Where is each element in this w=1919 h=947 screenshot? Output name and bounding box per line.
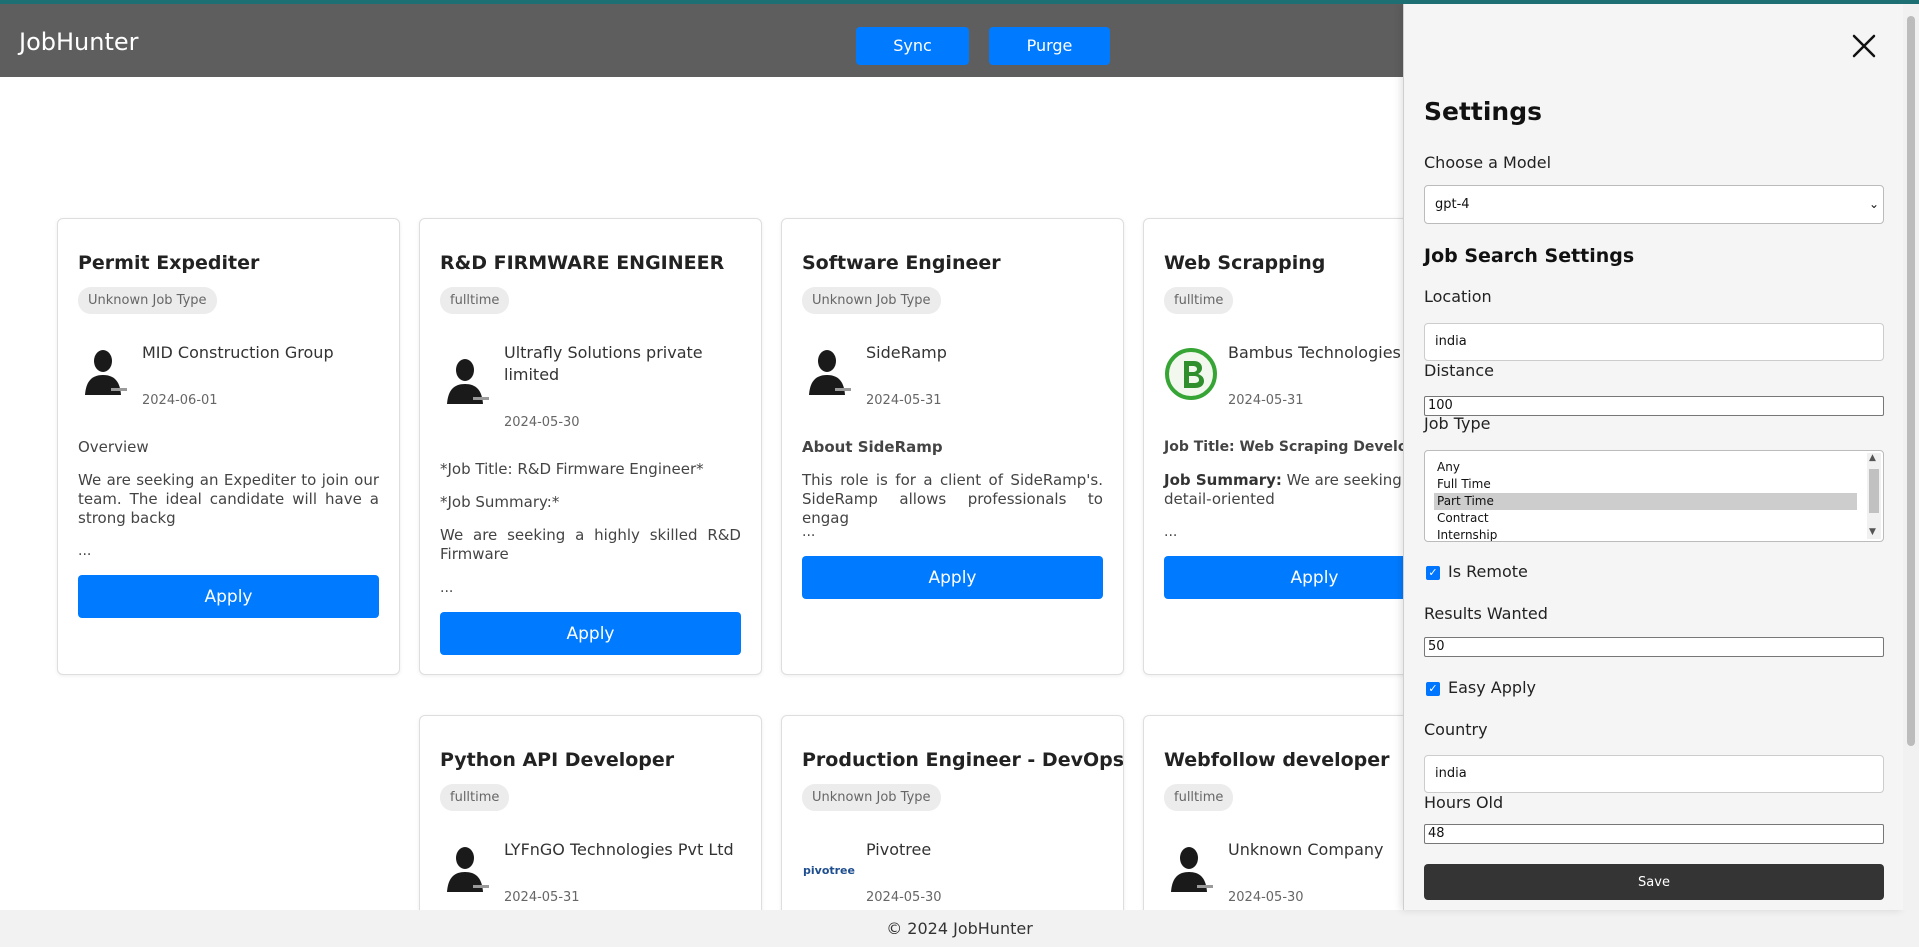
country-label: Country <box>1424 720 1488 739</box>
job-description-heading: Overview <box>78 438 149 456</box>
posted-date: 2024-06-01 <box>142 393 218 408</box>
job-type-label: Job Type <box>1424 414 1491 433</box>
posted-date: 2024-05-31 <box>1228 393 1304 408</box>
job-type-badge: Unknown Job Type <box>78 287 217 314</box>
description-ellipsis: ... <box>78 543 92 559</box>
job-title: R&D FIRMWARE ENGINEER <box>440 252 725 274</box>
job-card-rd-firmware-engineer: R&D FIRMWARE ENGINEER fulltime Ultrafly … <box>419 218 762 675</box>
easy-apply-label: Easy Apply <box>1448 678 1536 697</box>
sync-jobs-button[interactable]: Sync Jobs <box>856 27 969 93</box>
company-name: LYFnGO Technologies Pvt Ltd <box>504 840 734 859</box>
job-type-option-internship[interactable]: Internship <box>1434 527 1857 541</box>
settings-panel: Settings Choose a Model gpt-4 ⌄ Job Sear… <box>1403 4 1903 910</box>
country-input[interactable]: india <box>1424 755 1884 793</box>
job-type-option-any[interactable]: Any <box>1434 459 1857 476</box>
apply-button[interactable]: Apply <box>802 556 1103 599</box>
is-remote-label: Is Remote <box>1448 562 1528 581</box>
person-silhouette-icon <box>802 347 856 401</box>
brand-title: JobHunter <box>19 28 139 56</box>
job-search-settings-title: Job Search Settings <box>1424 245 1635 267</box>
location-input[interactable]: india <box>1424 323 1884 361</box>
job-description-line: *Job Summary:* <box>440 493 560 511</box>
job-type-option-full-time[interactable]: Full Time <box>1434 476 1857 493</box>
location-label: Location <box>1424 287 1492 306</box>
posted-date: 2024-05-30 <box>504 415 580 430</box>
page-scroll-thumb[interactable] <box>1907 16 1915 746</box>
results-wanted-label: Results Wanted <box>1424 604 1548 623</box>
job-card-production-engineer-devops: Production Engineer - DevOps Unknown Job… <box>781 715 1124 935</box>
job-summary-label: Job Summary: <box>1164 471 1282 489</box>
apply-button[interactable]: Apply <box>440 612 741 655</box>
job-card-permit-expediter: Permit Expediter Unknown Job Type MID Co… <box>57 218 400 675</box>
model-label: Choose a Model <box>1424 153 1552 172</box>
top-accent-line <box>0 0 1919 4</box>
apply-button[interactable]: Apply <box>78 575 379 618</box>
person-silhouette-icon <box>1164 844 1218 898</box>
company-name: MID Construction Group <box>142 343 334 362</box>
job-description: This role is for a client of SideRamp's.… <box>802 471 1103 527</box>
job-type-badge: fulltime <box>440 784 510 811</box>
job-type-badge: Unknown Job Type <box>802 287 941 314</box>
company-name: Pivotree <box>866 840 932 859</box>
job-card-python-api-developer: Python API Developer fulltime LYFnGO Tec… <box>419 715 762 935</box>
company-name: SideRamp <box>866 343 947 362</box>
description-ellipsis: ... <box>802 524 816 540</box>
page-scrollbar[interactable] <box>1903 4 1919 910</box>
listbox-scroll-thumb[interactable] <box>1869 469 1879 513</box>
pivotree-logo-icon: pivotree <box>803 864 855 877</box>
results-wanted-input[interactable]: 50 <box>1424 637 1884 657</box>
posted-date: 2024-05-31 <box>866 393 942 408</box>
job-card-software-engineer: Software Engineer Unknown Job Type SideR… <box>781 218 1124 675</box>
job-title: Software Engineer <box>802 252 1001 274</box>
listbox-scrollbar[interactable]: ▲ ▼ <box>1867 453 1881 539</box>
model-select[interactable]: gpt-4 ⌄ <box>1424 185 1884 224</box>
bambus-logo-icon <box>1165 348 1217 400</box>
purge-jobs-button[interactable]: Purge Jobs <box>989 27 1110 93</box>
job-type-badge: Unknown Job Type <box>802 784 941 811</box>
posted-date: 2024-05-30 <box>866 890 942 905</box>
posted-date: 2024-05-30 <box>1228 890 1304 905</box>
scroll-up-icon[interactable]: ▲ <box>1869 453 1876 463</box>
job-description: We are seeking an Expediter to join our … <box>78 471 379 527</box>
job-type-badge: fulltime <box>440 287 510 314</box>
settings-title: Settings <box>1424 97 1543 126</box>
job-title: Webfollow developer <box>1164 749 1390 771</box>
save-button[interactable]: Save <box>1424 864 1884 900</box>
scroll-down-icon[interactable]: ▼ <box>1869 527 1876 537</box>
page-footer: © 2024 JobHunter <box>0 910 1919 947</box>
job-type-option-contract[interactable]: Contract <box>1434 510 1857 527</box>
job-title: Permit Expediter <box>78 252 260 274</box>
distance-input[interactable]: 100 <box>1424 396 1884 416</box>
job-description-line: *Job Title: R&D Firmware Engineer* <box>440 460 704 478</box>
job-description: We are seeking a highly skilled R&D Firm… <box>440 526 741 563</box>
description-ellipsis: ... <box>1164 524 1178 540</box>
job-type-badge: fulltime <box>1164 784 1234 811</box>
person-silhouette-icon <box>440 844 494 898</box>
job-title: Web Scrapping <box>1164 252 1326 274</box>
job-type-badge: fulltime <box>1164 287 1234 314</box>
posted-date: 2024-05-31 <box>504 890 580 905</box>
distance-label: Distance <box>1424 361 1494 380</box>
easy-apply-checkbox[interactable]: ✓ <box>1426 682 1440 696</box>
job-title: Python API Developer <box>440 749 675 771</box>
chevron-down-icon: ⌄ <box>1868 197 1879 211</box>
person-silhouette-icon <box>440 356 494 410</box>
hours-old-input[interactable]: 48 <box>1424 824 1884 844</box>
job-type-listbox[interactable]: Any Full Time Part Time Contract Interns… <box>1424 450 1884 542</box>
job-description-heading: About SideRamp <box>802 438 943 456</box>
is-remote-checkbox[interactable]: ✓ <box>1426 566 1440 580</box>
job-type-option-part-time[interactable]: Part Time <box>1434 493 1857 510</box>
person-silhouette-icon <box>78 347 132 401</box>
company-name: Ultrafly Solutions private limited <box>504 343 703 384</box>
description-ellipsis: ... <box>440 580 454 596</box>
close-icon[interactable] <box>1844 26 1884 66</box>
job-title: Production Engineer - DevOps <box>802 749 1124 771</box>
hours-old-label: Hours Old <box>1424 793 1504 812</box>
model-select-value: gpt-4 <box>1435 197 1470 212</box>
